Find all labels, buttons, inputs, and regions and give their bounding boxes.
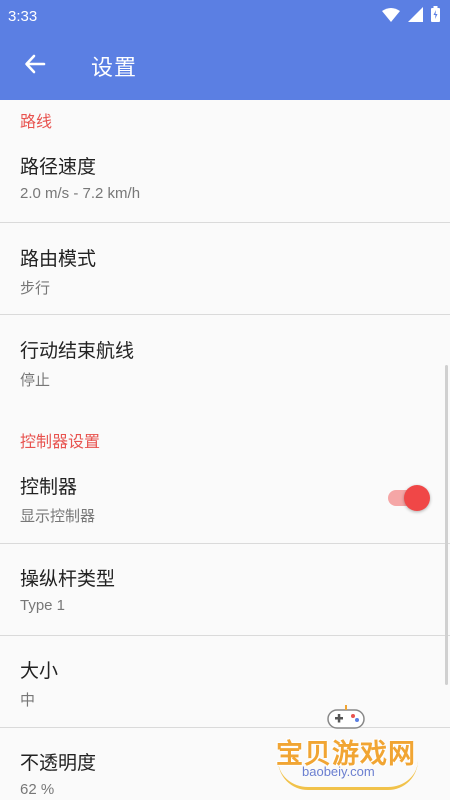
divider xyxy=(0,635,450,636)
wifi-icon xyxy=(382,7,400,26)
controller-switch[interactable] xyxy=(388,485,430,511)
status-time: 3:33 xyxy=(8,7,38,25)
status-icons xyxy=(382,6,440,26)
scrollbar[interactable] xyxy=(445,365,448,685)
section-header-controller: 控制器设置 xyxy=(20,432,101,451)
settings-list[interactable]: 路线 路径速度 2.0 m/s - 7.2 km/h 路由模式 步行 行动结束航… xyxy=(0,100,450,800)
page-title: 设置 xyxy=(91,56,138,81)
pref-summary: Type 1 xyxy=(20,597,66,614)
back-button[interactable] xyxy=(15,46,55,86)
pref-summary: 显示控制器 xyxy=(20,508,96,525)
section-header-route: 路线 xyxy=(20,112,53,131)
pref-title: 行动结束航线 xyxy=(20,340,135,362)
divider xyxy=(0,314,450,315)
battery-icon xyxy=(431,6,440,26)
pref-joystick-type[interactable]: 操纵杆类型 Type 1 xyxy=(0,564,450,614)
pref-controller[interactable]: 控制器 显示控制器 xyxy=(0,472,450,526)
arrow-left-icon xyxy=(24,53,46,79)
pref-summary: 步行 xyxy=(20,280,51,297)
pref-title: 大小 xyxy=(20,660,59,682)
watermark: 宝贝游戏网 baobeiy.com xyxy=(272,700,432,796)
pref-routing-mode[interactable]: 路由模式 步行 xyxy=(0,244,450,298)
pref-title: 操纵杆类型 xyxy=(20,568,116,590)
pref-title: 路由模式 xyxy=(20,248,97,270)
signal-icon xyxy=(408,6,423,26)
watermark-url: baobeiy.com xyxy=(302,764,375,779)
app-bar: 设置 xyxy=(0,32,450,100)
pref-route-end-action[interactable]: 行动结束航线 停止 xyxy=(0,336,450,390)
pref-title: 路径速度 xyxy=(20,156,97,178)
status-bar: 3:33 xyxy=(0,0,450,32)
pref-summary: 停止 xyxy=(20,372,51,389)
divider xyxy=(0,222,450,223)
divider xyxy=(0,543,450,544)
pref-summary: 2.0 m/s - 7.2 km/h xyxy=(20,185,141,202)
switch-thumb xyxy=(404,485,430,511)
pref-title: 控制器 xyxy=(20,476,78,498)
pref-route-speed[interactable]: 路径速度 2.0 m/s - 7.2 km/h xyxy=(0,152,450,202)
